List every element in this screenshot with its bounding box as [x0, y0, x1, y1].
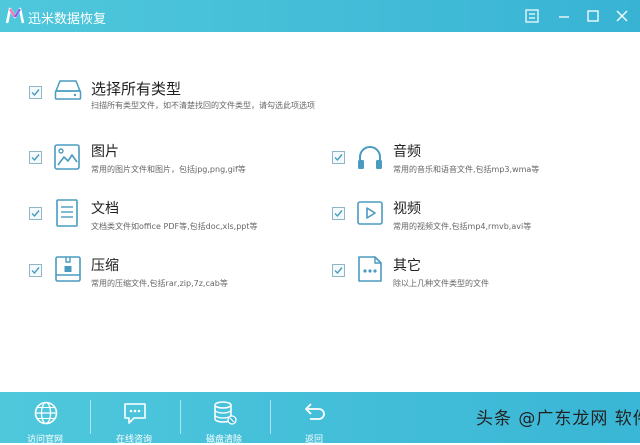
check-icon [31, 154, 40, 162]
select-all-label: 选择所有类型 [91, 80, 182, 98]
document-type-desc: 文档类文件如office PDF等,包括doc,xls,ppt等 [91, 222, 258, 231]
title-bar: 迅米数据恢复 [0, 0, 640, 32]
maximize-icon[interactable] [582, 5, 604, 27]
minimize-icon[interactable] [553, 5, 575, 27]
disk-wipe-button[interactable]: 磁盘清除 [180, 392, 268, 445]
audio-type-label: 音频 [393, 144, 421, 160]
disk-wipe-label: 磁盘清除 [205, 435, 242, 445]
image-type-label: 图片 [91, 144, 119, 160]
video-type-label: 视频 [393, 201, 421, 217]
app-logo-icon [5, 7, 25, 24]
audio-checkbox[interactable] [332, 151, 345, 164]
other-type-desc: 除以上几种文件类型的文件 [393, 279, 489, 288]
online-consult-button[interactable]: 在线咨询 [90, 392, 178, 445]
file-type-panel: 选择所有类型 扫描所有类型文件，如不清楚找回的文件类型，请勾选此项选项 图片 常… [0, 32, 640, 392]
disk-drive-icon [54, 80, 82, 100]
globe-icon [34, 401, 58, 425]
archive-type-label: 压缩 [91, 258, 119, 274]
watermark-text: 头条 @广东龙网 软件 [476, 409, 640, 429]
document-checkbox[interactable] [29, 207, 42, 220]
archive-checkbox[interactable] [29, 264, 42, 277]
other-checkbox[interactable] [332, 264, 345, 277]
online-consult-label: 在线咨询 [115, 435, 152, 445]
back-button[interactable]: 返回 [270, 392, 358, 445]
select-all-checkbox[interactable] [29, 86, 42, 99]
check-icon [334, 154, 343, 162]
check-icon [31, 210, 40, 218]
archive-type-desc: 常用的压缩文件,包括rar,zip,7z,cab等 [91, 279, 228, 288]
chat-icon [124, 403, 146, 424]
document-type-label: 文档 [91, 201, 119, 217]
video-checkbox[interactable] [332, 207, 345, 220]
close-icon[interactable] [611, 5, 633, 27]
other-file-icon [358, 256, 382, 282]
back-arrow-icon [305, 403, 325, 420]
check-icon [31, 267, 40, 275]
document-icon [56, 199, 78, 227]
video-type-desc: 常用的视频文件,包括mp4,rmvb,avi等 [393, 222, 532, 231]
visit-website-button[interactable]: 访问官网 [1, 392, 89, 445]
app-title: 迅米数据恢复 [28, 12, 107, 27]
check-icon [31, 89, 40, 97]
video-play-icon [357, 201, 383, 225]
select-all-desc: 扫描所有类型文件，如不清楚找回的文件类型，请勾选此项选项 [91, 101, 315, 110]
archive-icon [55, 256, 81, 282]
image-icon [54, 144, 80, 170]
check-icon [334, 267, 343, 275]
database-icon [214, 401, 237, 425]
other-type-label: 其它 [393, 258, 421, 274]
check-icon [334, 210, 343, 218]
image-checkbox[interactable] [29, 151, 42, 164]
visit-website-label: 访问官网 [26, 435, 63, 445]
back-label: 返回 [304, 435, 323, 445]
image-type-desc: 常用的图片文件和图片，包括jpg,png,gif等 [91, 165, 246, 174]
menu-icon[interactable] [521, 5, 543, 27]
audio-type-desc: 常用的音乐和语音文件,包括mp3,wma等 [393, 165, 540, 174]
headphones-icon [358, 146, 382, 169]
